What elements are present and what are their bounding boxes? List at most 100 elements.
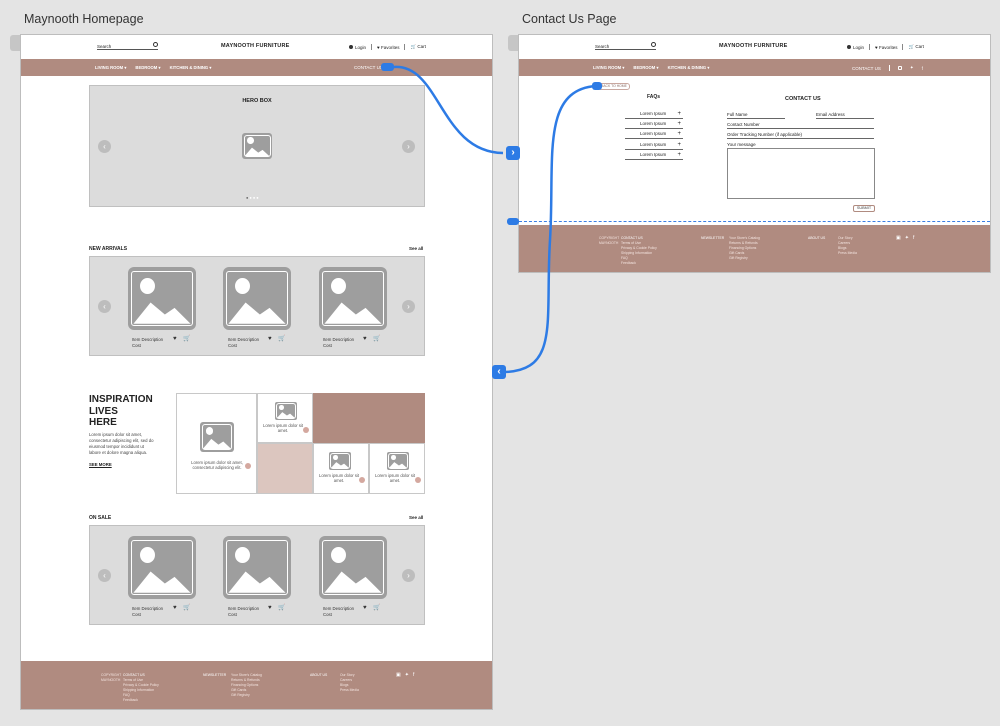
- plus-icon[interactable]: +: [677, 152, 681, 158]
- on-sale-see-all[interactable]: See all: [409, 515, 423, 520]
- heart-icon[interactable]: ♥: [268, 605, 272, 611]
- back-to-home-link[interactable]: BACK TO HOME: [598, 83, 630, 90]
- search-input[interactable]: Search: [595, 42, 656, 50]
- nav-item-bedroom[interactable]: BEDROOM ▾: [135, 65, 160, 70]
- facebook-icon[interactable]: f: [413, 672, 414, 678]
- new-arrivals-prev-arrow[interactable]: ‹: [98, 300, 111, 313]
- message-textarea[interactable]: [727, 148, 875, 199]
- heart-icon[interactable]: ♥: [363, 336, 367, 342]
- search-icon[interactable]: [153, 42, 158, 47]
- chevron-left-icon[interactable]: ‹: [492, 365, 506, 379]
- site-footer: COPYRIGHT MAYNOOTH CONTACT US Terms of Us…: [519, 225, 990, 272]
- nav-item-kitchen-dining[interactable]: KITCHEN & DINING ▾: [170, 65, 212, 70]
- instagram-icon[interactable]: ▣: [896, 235, 901, 241]
- chevron-right-icon[interactable]: ›: [506, 146, 520, 160]
- contact-number-field[interactable]: [727, 128, 874, 129]
- nav-item-bedroom[interactable]: BEDROOM ▾: [633, 65, 658, 70]
- footer-link[interactable]: Gift Registry: [729, 256, 760, 261]
- on-sale-prev-arrow[interactable]: ‹: [98, 569, 111, 582]
- product-image-placeholder[interactable]: [223, 267, 291, 330]
- instagram-icon[interactable]: ▣: [396, 672, 401, 678]
- heart-icon[interactable]: ♥: [268, 336, 272, 342]
- search-icon[interactable]: [651, 42, 656, 47]
- see-more-link[interactable]: SEE MORE: [89, 462, 112, 467]
- product-description[interactable]: Item Description Cost: [323, 606, 354, 617]
- footer-link[interactable]: Feedback: [621, 261, 657, 266]
- facebook-icon[interactable]: f: [922, 66, 923, 71]
- inspiration-tile-large[interactable]: Lorem ipsum dolor sit amet, consectetur …: [176, 393, 257, 494]
- cart-icon[interactable]: 🛒: [278, 604, 285, 611]
- twitter-icon[interactable]: ✦: [405, 672, 409, 678]
- product-description[interactable]: Item Description Cost: [228, 606, 259, 617]
- site-footer: COPYRIGHT MAYNOOTH CONTACT US Terms of Us…: [21, 661, 492, 709]
- login-link[interactable]: Login: [847, 45, 864, 50]
- footer-link[interactable]: Press Media: [340, 688, 359, 693]
- heart-icon[interactable]: ♥: [173, 336, 177, 342]
- faq-item[interactable]: Lorem Ipsum +: [625, 142, 683, 150]
- product-description[interactable]: Item Description Cost: [132, 606, 163, 617]
- brand-logo[interactable]: MAYNOOTH FURNITURE: [719, 43, 787, 49]
- heart-icon[interactable]: ♥: [173, 605, 177, 611]
- on-sale-next-arrow[interactable]: ›: [402, 569, 415, 582]
- facebook-icon[interactable]: f: [913, 235, 914, 241]
- nav-item-living-room[interactable]: LIVING ROOM ▾: [593, 65, 624, 70]
- site-header: Search MAYNOOTH FURNITURE Login ♥ Favori…: [21, 35, 492, 59]
- instagram-icon[interactable]: [897, 66, 902, 70]
- hero-prev-arrow[interactable]: ‹: [98, 140, 111, 153]
- login-link[interactable]: Login: [349, 45, 366, 50]
- scroll-divider-handle[interactable]: [507, 218, 519, 225]
- inspiration-tile-small[interactable]: Lorem ipsum dolor sit amet.: [313, 443, 369, 494]
- product-image-placeholder[interactable]: [223, 536, 291, 599]
- faq-item[interactable]: Lorem Ipsum +: [625, 121, 683, 129]
- new-arrivals-next-arrow[interactable]: ›: [402, 300, 415, 313]
- plus-icon[interactable]: +: [677, 121, 681, 127]
- footer-link[interactable]: Feedback: [123, 698, 159, 703]
- heart-icon[interactable]: ♥: [363, 605, 367, 611]
- cart-icon[interactable]: 🛒: [278, 335, 285, 342]
- cart-link[interactable]: 🛒 Cart: [908, 44, 923, 50]
- inspiration-tile-small[interactable]: Lorem ipsum dolor sit amet.: [369, 443, 425, 494]
- product-description[interactable]: Item Description Cost: [228, 337, 259, 348]
- inspiration-tile-accent: [313, 393, 425, 443]
- faq-item[interactable]: Lorem Ipsum +: [625, 152, 683, 160]
- favorites-link[interactable]: ♥ Favorites: [377, 45, 399, 50]
- product-image-placeholder[interactable]: [128, 267, 196, 330]
- footer-link[interactable]: Gift Registry: [231, 693, 262, 698]
- nav-item-living-room[interactable]: LIVING ROOM ▾: [95, 65, 126, 70]
- faq-item[interactable]: Lorem Ipsum +: [625, 111, 683, 119]
- inspiration-tile-small[interactable]: Lorem ipsum dolor sit amet.: [257, 393, 313, 443]
- new-arrivals-see-all[interactable]: See all: [409, 246, 423, 251]
- product-description[interactable]: Item Description Cost: [323, 337, 354, 348]
- brand-logo[interactable]: MAYNOOTH FURNITURE: [221, 43, 289, 49]
- nav-contact-link[interactable]: CONTACT US: [354, 65, 383, 70]
- product-image-placeholder[interactable]: [319, 267, 387, 330]
- search-input[interactable]: Search: [97, 42, 158, 50]
- hero-carousel-dots[interactable]: ●●●●: [246, 195, 260, 200]
- product-description[interactable]: Item Description Cost: [132, 337, 163, 348]
- nav-item-kitchen-dining[interactable]: KITCHEN & DINING ▾: [668, 65, 710, 70]
- site-header: Search MAYNOOTH FURNITURE Login ♥ Favori…: [519, 35, 990, 59]
- submit-button[interactable]: SUBMIT: [853, 205, 875, 212]
- twitter-icon[interactable]: ✦: [905, 235, 909, 241]
- product-image-placeholder[interactable]: [128, 536, 196, 599]
- plus-icon[interactable]: +: [677, 111, 681, 117]
- faq-item[interactable]: Lorem Ipsum +: [625, 131, 683, 139]
- cart-icon[interactable]: 🛒: [183, 335, 190, 342]
- cart-link[interactable]: 🛒 Cart: [410, 44, 425, 50]
- nav-contact-link[interactable]: CONTACT US: [852, 66, 881, 71]
- favorites-link[interactable]: ♥ Favorites: [875, 45, 897, 50]
- twitter-icon[interactable]: ✦: [910, 65, 914, 71]
- hero-next-arrow[interactable]: ›: [402, 140, 415, 153]
- cart-icon[interactable]: 🛒: [183, 604, 190, 611]
- footer-links-contact: CONTACT US Terms of Use Privacy & Cookie…: [123, 673, 159, 703]
- cart-icon[interactable]: 🛒: [373, 604, 380, 611]
- footer-link[interactable]: Press Media: [838, 251, 857, 256]
- plus-icon[interactable]: +: [677, 131, 681, 137]
- product-image-placeholder[interactable]: [319, 536, 387, 599]
- plus-icon[interactable]: +: [677, 142, 681, 148]
- footer-links-store: Your Store's Catalog Returns & Refunds F…: [729, 236, 760, 261]
- full-name-field[interactable]: [727, 118, 785, 119]
- order-tracking-field[interactable]: [727, 138, 874, 139]
- cart-icon[interactable]: 🛒: [373, 335, 380, 342]
- email-field[interactable]: [816, 118, 874, 119]
